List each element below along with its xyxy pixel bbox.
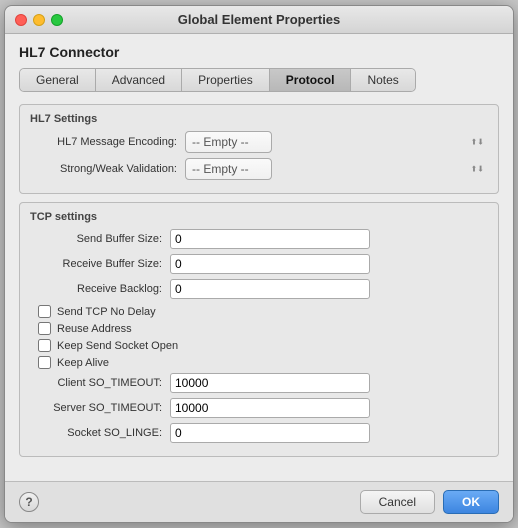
main-window: Global Element Properties HL7 Connector … [4,5,514,523]
keep-alive-checkbox[interactable] [38,356,51,369]
receive-buffer-label: Receive Buffer Size: [30,258,170,270]
minimize-button[interactable] [33,14,45,26]
reuse-address-label: Reuse Address [57,323,132,335]
message-encoding-label: HL7 Message Encoding: [30,136,185,148]
message-encoding-select[interactable]: -- Empty -- [185,131,272,153]
client-timeout-label: Client SO_TIMEOUT: [30,377,170,389]
ok-button[interactable]: OK [443,490,499,514]
receive-backlog-label: Receive Backlog: [30,283,170,295]
window-controls [15,14,63,26]
bottom-bar: ? Cancel OK [5,481,513,522]
keep-alive-label: Keep Alive [57,357,109,369]
tab-advanced[interactable]: Advanced [96,69,182,91]
tcp-no-delay-label: Send TCP No Delay [57,306,156,318]
message-encoding-row: HL7 Message Encoding: -- Empty -- [30,131,488,153]
hl7-settings-title: HL7 Settings [30,113,488,125]
help-button[interactable]: ? [19,492,39,512]
server-timeout-row: Server SO_TIMEOUT: [30,398,488,418]
hl7-settings-section: HL7 Settings HL7 Message Encoding: -- Em… [19,104,499,194]
cancel-button[interactable]: Cancel [360,490,435,514]
content-area: HL7 Connector General Advanced Propertie… [5,34,513,481]
receive-buffer-row: Receive Buffer Size: [30,254,488,274]
keep-send-socket-checkbox[interactable] [38,339,51,352]
strong-weak-select-wrapper: -- Empty -- [185,158,488,180]
send-buffer-row: Send Buffer Size: [30,229,488,249]
keep-alive-row: Keep Alive [30,356,488,369]
receive-backlog-row: Receive Backlog: [30,279,488,299]
close-button[interactable] [15,14,27,26]
receive-buffer-input[interactable] [170,254,370,274]
send-buffer-label: Send Buffer Size: [30,233,170,245]
strong-weak-label: Strong/Weak Validation: [30,163,185,175]
reuse-address-checkbox[interactable] [38,322,51,335]
socket-linge-row: Socket SO_LINGE: [30,423,488,443]
client-timeout-input[interactable] [170,373,370,393]
send-buffer-input[interactable] [170,229,370,249]
component-label: HL7 Connector [19,44,499,60]
keep-send-socket-label: Keep Send Socket Open [57,340,178,352]
window-title: Global Element Properties [178,12,341,27]
title-bar: Global Element Properties [5,6,513,34]
socket-linge-input[interactable] [170,423,370,443]
strong-weak-row: Strong/Weak Validation: -- Empty -- [30,158,488,180]
socket-linge-label: Socket SO_LINGE: [30,427,170,439]
maximize-button[interactable] [51,14,63,26]
tab-protocol[interactable]: Protocol [270,69,352,91]
tab-general[interactable]: General [20,69,96,91]
tcp-no-delay-checkbox[interactable] [38,305,51,318]
reuse-address-row: Reuse Address [30,322,488,335]
client-timeout-row: Client SO_TIMEOUT: [30,373,488,393]
tab-properties[interactable]: Properties [182,69,270,91]
receive-backlog-input[interactable] [170,279,370,299]
action-buttons: Cancel OK [360,490,499,514]
server-timeout-label: Server SO_TIMEOUT: [30,402,170,414]
tcp-settings-section: TCP settings Send Buffer Size: Receive B… [19,202,499,457]
server-timeout-input[interactable] [170,398,370,418]
tcp-no-delay-row: Send TCP No Delay [30,305,488,318]
keep-send-socket-row: Keep Send Socket Open [30,339,488,352]
tab-notes[interactable]: Notes [351,69,414,91]
message-encoding-select-wrapper: -- Empty -- [185,131,488,153]
tab-bar: General Advanced Properties Protocol Not… [19,68,416,92]
tcp-settings-title: TCP settings [30,211,488,223]
strong-weak-select[interactable]: -- Empty -- [185,158,272,180]
